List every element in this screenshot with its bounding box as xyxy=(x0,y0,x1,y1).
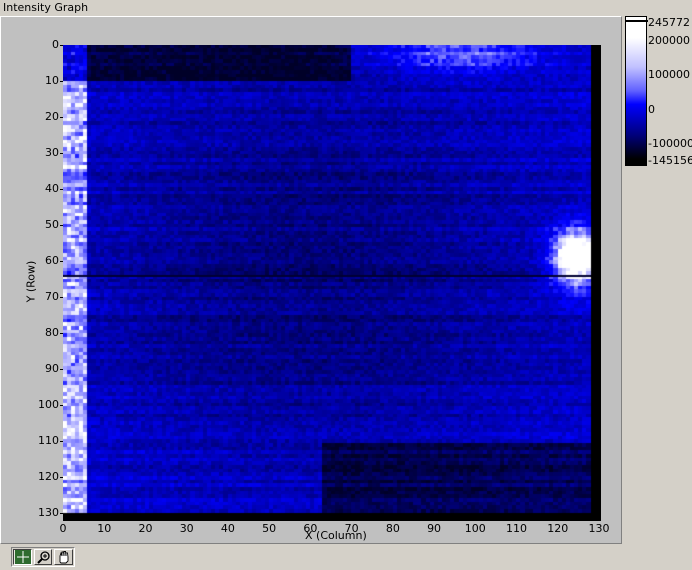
y-tick-mark xyxy=(60,225,63,226)
y-tick-mark xyxy=(60,333,63,334)
y-tick-label: 0 xyxy=(52,38,59,51)
y-tick-mark xyxy=(60,189,63,190)
y-tick-mark xyxy=(60,369,63,370)
x-tick-label: 10 xyxy=(97,522,112,535)
y-tick-mark xyxy=(60,297,63,298)
scale-label-max[interactable]: 245772 xyxy=(648,17,690,29)
y-axis-title: Y (Row) xyxy=(24,260,38,303)
y-tick-mark xyxy=(60,261,63,262)
pan-tool-button[interactable] xyxy=(54,549,74,565)
y-tick-label: 110 xyxy=(38,434,59,447)
plot-area[interactable] xyxy=(63,45,601,521)
y-tick-mark xyxy=(60,117,63,118)
x-tick-label: 20 xyxy=(138,522,153,535)
ramp-max-marker xyxy=(626,20,648,22)
x-tick-label: 110 xyxy=(506,522,528,535)
y-tick-label: 100 xyxy=(38,398,59,411)
y-tick-label: 20 xyxy=(45,110,59,123)
y-tick-label: 40 xyxy=(45,182,59,195)
y-tick-mark xyxy=(60,405,63,406)
intensity-graph: 0 10 20 30 40 50 60 70 80 90 100 110 120 130 0 10 20 30 4… xyxy=(0,16,622,544)
scale-label-100000: 100000 xyxy=(648,68,690,81)
y-tick-label: 10 xyxy=(45,74,59,87)
y-tick-label: 130 xyxy=(38,506,59,519)
x-axis-title: X (Column) xyxy=(305,529,367,542)
scale-label-neg100000: -100000 xyxy=(648,137,692,150)
intensity-plot[interactable] xyxy=(63,45,601,521)
y-tick-mark xyxy=(60,45,63,46)
scale-label-0: 0 xyxy=(648,103,655,116)
y-tick-mark xyxy=(60,441,63,442)
y-tick-label: 50 xyxy=(45,218,59,231)
y-tick-label: 90 xyxy=(45,362,59,375)
x-tick-label: 120 xyxy=(547,522,569,535)
y-tick-mark xyxy=(60,153,63,154)
y-tick-label: 80 xyxy=(45,326,59,339)
hand-icon xyxy=(59,551,69,564)
graph-palette xyxy=(11,547,75,567)
x-tick-label: 40 xyxy=(220,522,235,535)
y-tick-mark xyxy=(60,513,63,514)
x-tick-label: 80 xyxy=(385,522,400,535)
y-tick-label: 30 xyxy=(45,146,59,159)
graph-caption: Intensity Graph xyxy=(3,1,89,14)
y-tick-label: 120 xyxy=(38,470,59,483)
crosshair-icon xyxy=(15,550,31,564)
color-scale[interactable]: 245772 200000 100000 0 -100000 -145156 xyxy=(625,16,692,167)
cursor-tool-button[interactable] xyxy=(13,549,32,565)
zoom-icon xyxy=(36,551,50,564)
color-ramp[interactable] xyxy=(625,16,648,166)
x-tick-label: 0 xyxy=(59,522,67,535)
scale-label-min[interactable]: -145156 xyxy=(648,155,692,167)
y-tick-mark xyxy=(60,81,63,82)
zoom-tool-button[interactable] xyxy=(33,549,53,565)
x-tick-label: 90 xyxy=(427,522,442,535)
x-tick-label: 130 xyxy=(588,522,610,535)
x-tick-label: 100 xyxy=(464,522,486,535)
x-tick-label: 30 xyxy=(179,522,194,535)
y-tick-mark xyxy=(60,477,63,478)
scale-label-200000: 200000 xyxy=(648,34,690,47)
x-tick-label: 50 xyxy=(262,522,277,535)
